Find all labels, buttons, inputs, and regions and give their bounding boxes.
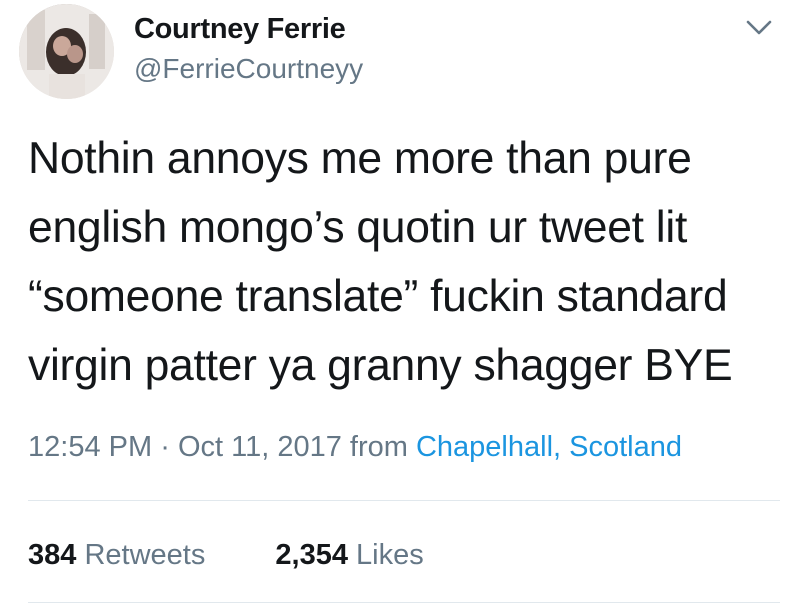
tweet-card: Courtney Ferrie @FerrieCourtneyy Nothin … (0, 0, 800, 606)
from-label: from (349, 431, 408, 463)
retweets-stat[interactable]: 384 Retweets (28, 536, 205, 574)
chevron-down-icon[interactable] (744, 16, 774, 40)
divider (28, 500, 780, 501)
tweet-text: Nothin annoys me more than pure english … (28, 134, 733, 390)
tweet-metadata: 12:54 PM · Oct 11, 2017 from Chapelhall,… (28, 428, 682, 466)
tweet-time[interactable]: 12:54 PM (28, 431, 152, 463)
retweets-label: Retweets (84, 539, 206, 571)
tweet-stats: 384 Retweets 2,354 Likes (28, 536, 424, 574)
avatar-photo (19, 4, 114, 99)
likes-count: 2,354 (275, 539, 348, 571)
meta-separator: · (160, 431, 170, 463)
avatar[interactable] (19, 4, 114, 99)
retweets-count: 384 (28, 539, 77, 571)
divider (28, 602, 780, 603)
user-handle[interactable]: @FerrieCourtneyy (134, 52, 363, 86)
tweet-date[interactable]: Oct 11, 2017 (178, 431, 342, 463)
likes-label: Likes (356, 539, 424, 571)
likes-stat[interactable]: 2,354 Likes (275, 536, 423, 574)
display-name[interactable]: Courtney Ferrie (134, 12, 346, 46)
location-link[interactable]: Chapelhall, Scotland (416, 431, 682, 463)
